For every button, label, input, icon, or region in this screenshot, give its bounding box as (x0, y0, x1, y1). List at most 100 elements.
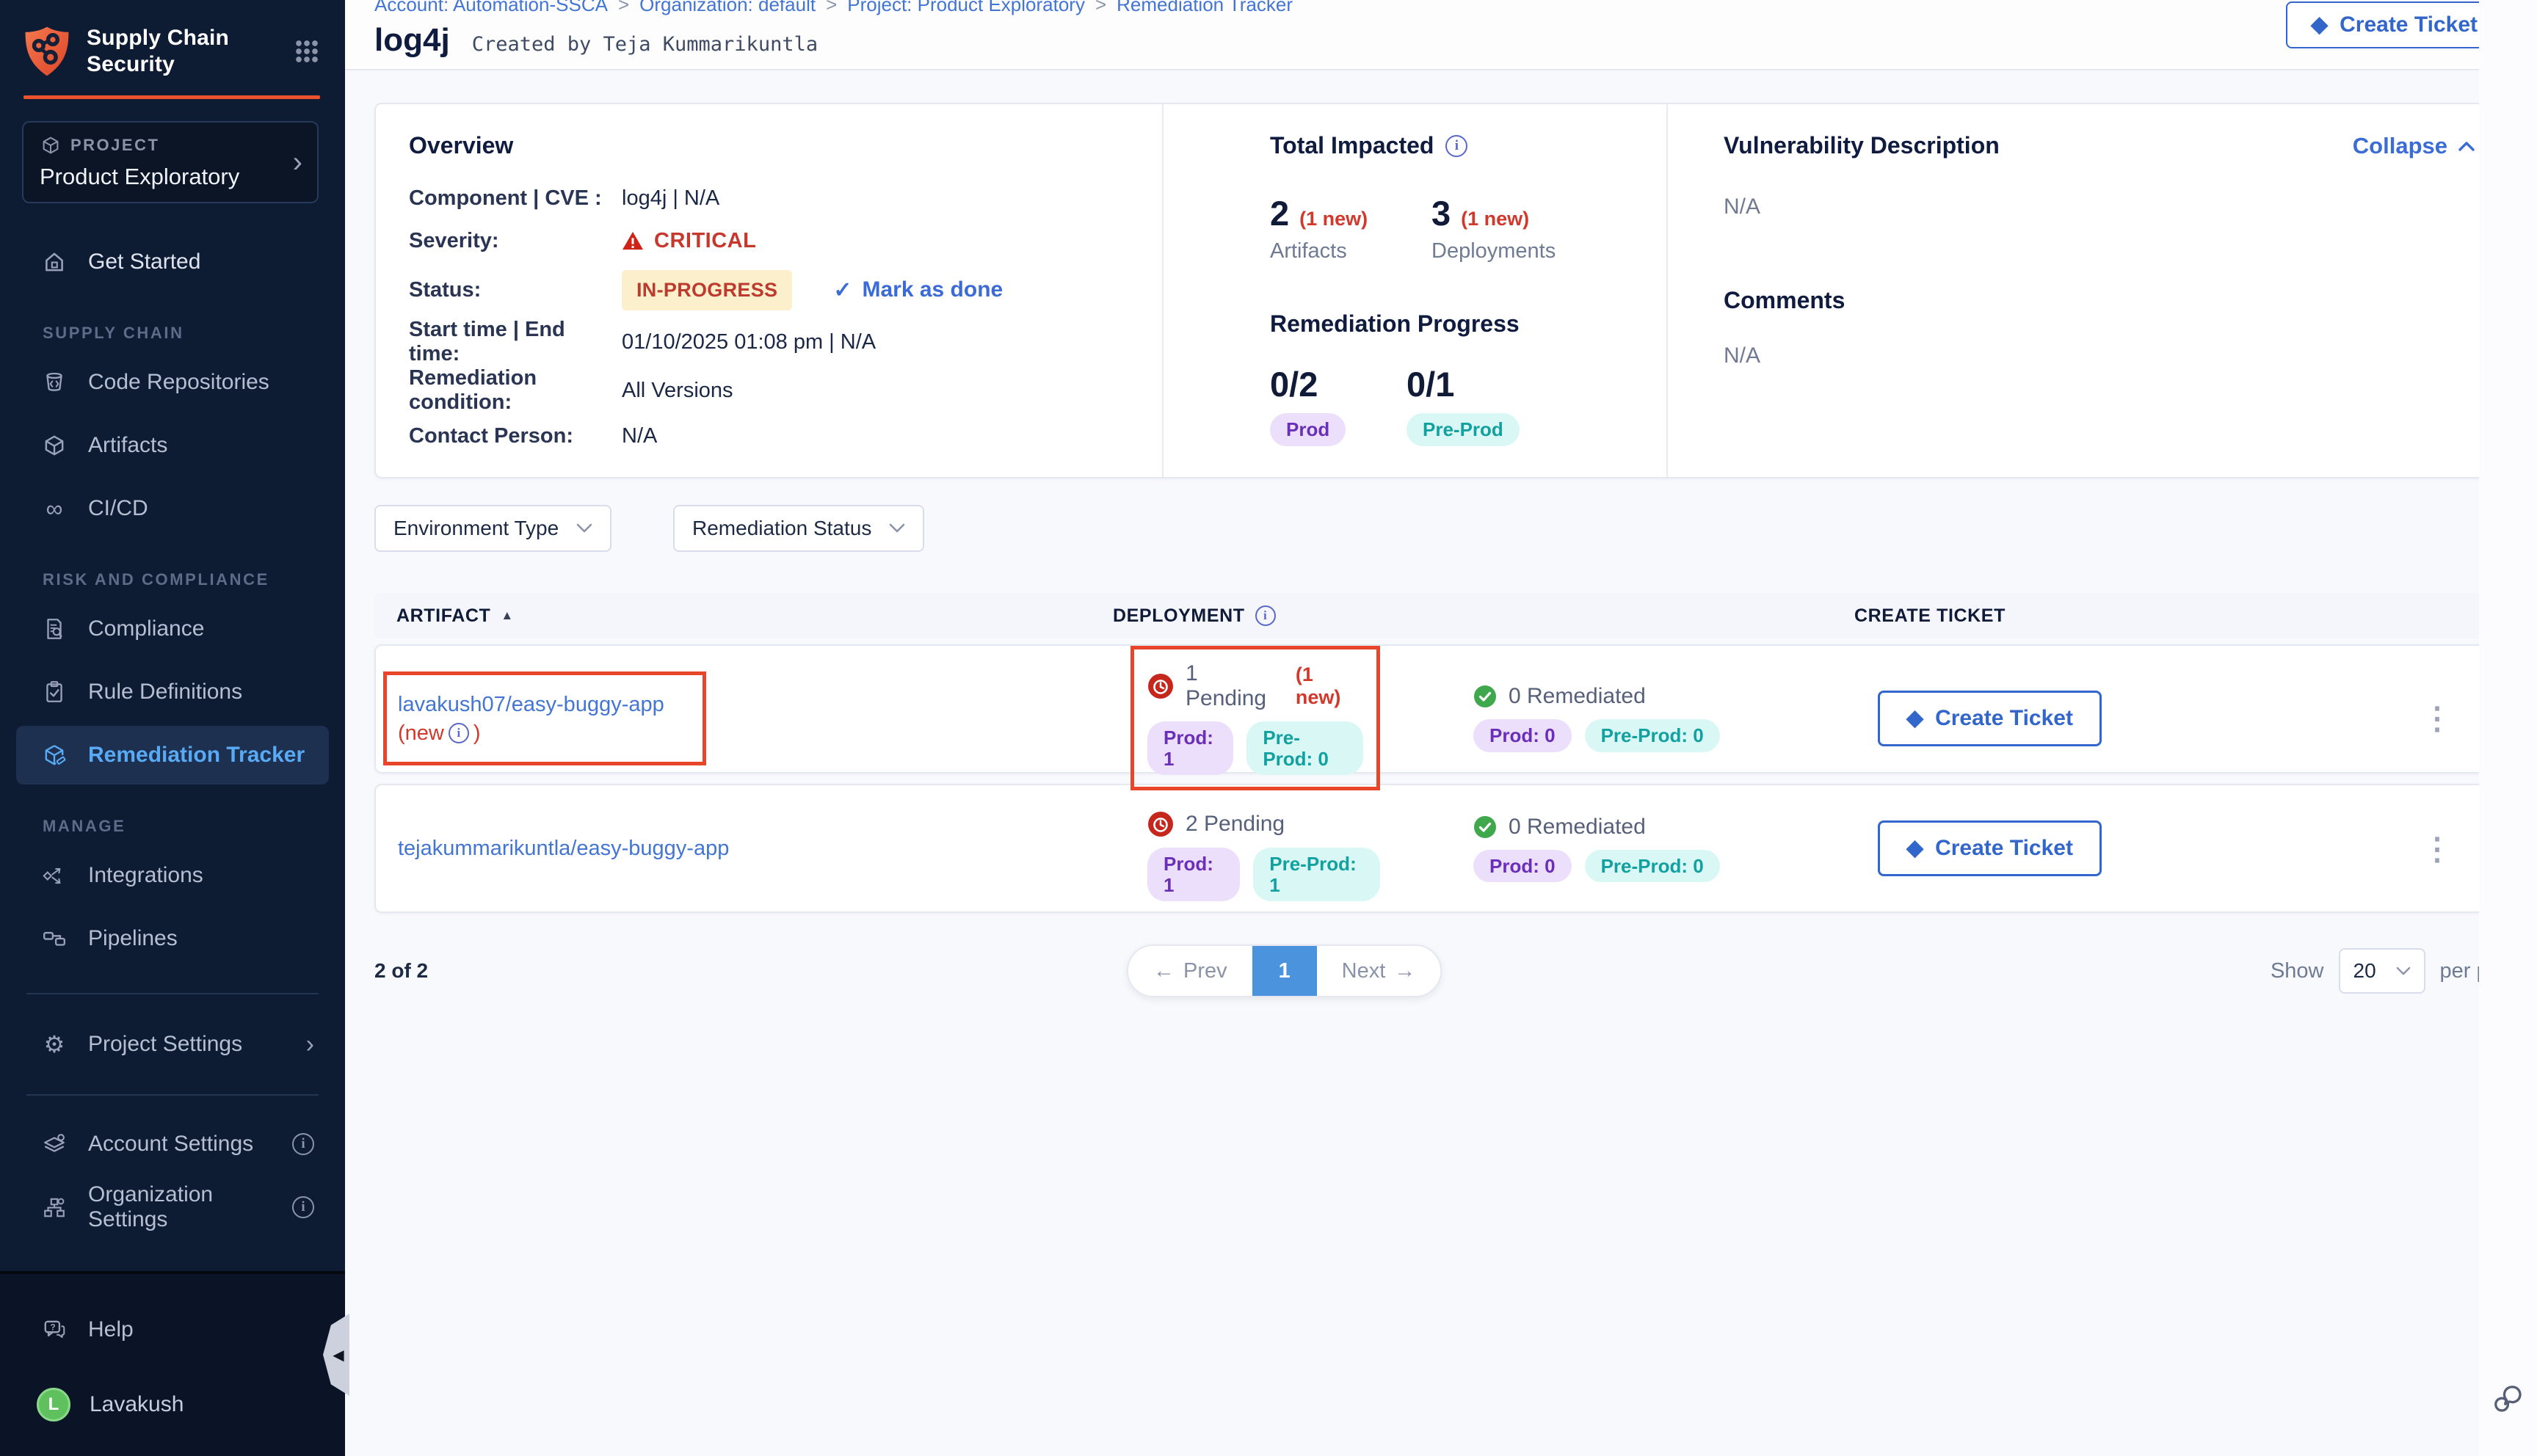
pager: ← Prev 1 Next → (1127, 944, 1442, 997)
artifact-link[interactable]: tejakummarikuntla/easy-buggy-app (398, 834, 729, 863)
pending-count: 1 Pending (1186, 661, 1284, 711)
sidebar-item-label: Account Settings (88, 1132, 253, 1157)
preprod-pill: Pre-Prod: 0 (1585, 719, 1720, 752)
deployment-cell: 1 Pending (1 new) Prod: 1 Pre-Prod: 0 (1114, 646, 1856, 790)
sidebar-item-project-settings[interactable]: ⚙ Project Settings › (16, 1015, 329, 1074)
sidebar-item-label: Help (88, 1317, 134, 1342)
organization-settings-icon (41, 1194, 68, 1220)
sidebar-item-help[interactable]: ? Help (16, 1300, 329, 1359)
preprod-pill: Pre-Prod: 0 (1246, 721, 1363, 775)
prev-page-button[interactable]: ← Prev (1128, 946, 1252, 996)
info-icon[interactable]: i (449, 723, 469, 743)
svg-text:?: ? (50, 1322, 55, 1332)
preprod-pill: Pre-Prod: 1 (1253, 848, 1380, 901)
right-gutter (2479, 0, 2537, 1456)
vulnerability-description-value: N/A (1724, 194, 2475, 219)
sidebar-item-integrations[interactable]: Integrations (16, 846, 329, 905)
sidebar-item-code-repositories[interactable]: Code Repositories (16, 353, 329, 412)
page-number-active[interactable]: 1 (1252, 946, 1317, 996)
column-artifact: ARTIFACT ▲ (374, 605, 1113, 627)
table-row: lavakush07/easy-buggy-app (new i ) (374, 644, 2524, 774)
next-page-button[interactable]: Next → (1317, 946, 1441, 996)
sidebar-item-rule-definitions[interactable]: Rule Definitions (16, 663, 329, 721)
prod-progress-stat: 0/2 Prod (1270, 364, 1407, 446)
show-label: Show (2271, 959, 2324, 983)
sidebar-item-get-started[interactable]: Get Started (16, 233, 329, 291)
user-menu[interactable]: L Lavakush (16, 1375, 329, 1434)
sidebar-item-remediation-tracker[interactable]: Remediation Tracker (16, 726, 329, 785)
action-cell: ◆ Create Ticket ⋮ (1856, 646, 2522, 790)
info-icon[interactable]: i (292, 1196, 314, 1218)
home-icon (41, 249, 68, 275)
check-icon: ✓ (833, 277, 852, 303)
collapse-link[interactable]: Collapse (2353, 133, 2475, 159)
info-icon[interactable]: i (1255, 605, 1276, 626)
prod-pill: Prod (1270, 413, 1346, 446)
nav-divider (26, 1094, 319, 1096)
remediated-check-icon (1473, 815, 1497, 839)
info-icon[interactable]: i (1445, 135, 1467, 157)
action-cell: ◆ Create Ticket ⋮ (1856, 785, 2522, 911)
sidebar-item-compliance[interactable]: Compliance (16, 600, 329, 658)
sidebar-item-label: Artifacts (88, 433, 167, 458)
remediation-progress-heading: Remediation Progress (1270, 310, 1666, 338)
sidebar-item-organization-settings[interactable]: Organization Settings i (16, 1178, 329, 1237)
collapse-arrow-icon: ◀ (333, 1346, 344, 1364)
app-switcher-icon[interactable] (291, 35, 323, 68)
time-row: Start time | End time: 01/10/2025 01:08 … (409, 318, 1162, 366)
sidebar-item-label: Pipelines (88, 926, 178, 951)
comments-heading: Comments (1724, 287, 2475, 314)
sidebar-item-label: Compliance (88, 616, 204, 641)
info-icon[interactable]: i (292, 1133, 314, 1155)
project-selector[interactable]: PROJECT Product Exploratory › (22, 121, 319, 203)
remediation-status-filter[interactable]: Remediation Status (673, 505, 924, 552)
kebab-menu-icon[interactable]: ⋮ (2422, 700, 2453, 736)
pending-icon (1147, 811, 1174, 837)
remediated-check-icon (1473, 685, 1497, 708)
chat-support-icon[interactable] (2491, 1381, 2525, 1415)
remediated-group: 0 Remediated Prod: 0 Pre-Prod: 0 (1473, 815, 1720, 883)
sidebar-item-pipelines[interactable]: Pipelines (16, 909, 329, 968)
pagination-row: 2 of 2 ← Prev 1 Next → Show 20 per page (374, 942, 2524, 1000)
sort-ascending-icon[interactable]: ▲ (501, 608, 513, 623)
breadcrumb-organization[interactable]: Organization: default (639, 0, 816, 16)
critical-warning-icon (622, 230, 644, 251)
arrow-right-icon: → (1394, 959, 1415, 983)
breadcrumb-account[interactable]: Account: Automation-SSCA (374, 0, 608, 16)
section-label-manage: MANAGE (43, 817, 329, 836)
remediated-group: 0 Remediated Prod: 0 Pre-Prod: 0 (1473, 684, 1720, 752)
breadcrumb-project[interactable]: Project: Product Exploratory (847, 0, 1085, 16)
preprod-pill: Pre-Prod (1407, 413, 1520, 446)
jira-diamond-icon: ◆ (1906, 837, 1923, 859)
section-label-supply-chain: SUPPLY CHAIN (43, 324, 329, 343)
document-search-icon (41, 616, 68, 642)
artifact-link[interactable]: lavakush07/easy-buggy-app (398, 690, 686, 719)
shield-logo-icon (23, 26, 70, 77)
page-size-select[interactable]: 20 (2339, 948, 2425, 994)
breadcrumb-remediation-tracker[interactable]: Remediation Tracker (1117, 0, 1293, 16)
jira-diamond-icon: ◆ (1906, 707, 1923, 729)
component-row: Component | CVE : log4j | N/A (409, 177, 1162, 219)
user-name: Lavakush (90, 1392, 184, 1417)
kebab-menu-icon[interactable]: ⋮ (2422, 831, 2453, 867)
sidebar-item-label: Integrations (88, 863, 203, 888)
mark-as-done-link[interactable]: ✓ Mark as done (833, 277, 1003, 303)
create-ticket-button[interactable]: ◆ Create Ticket (2286, 1, 2502, 48)
impacted-deployments-stat: 3 (1 new) Deployments (1431, 193, 1593, 263)
breadcrumb-separator: > (1095, 0, 1106, 16)
sidebar-item-label: Project Settings (88, 1032, 242, 1057)
page-summary: 2 of 2 (374, 959, 440, 983)
filters-row: Environment Type Remediation Status (374, 505, 2536, 552)
impact-column: Total Impacted i 2 (1 new) Artifacts 3 (1162, 104, 1666, 477)
infinity-icon: ∞ (41, 495, 68, 522)
contact-row: Contact Person: N/A (409, 415, 1162, 457)
create-ticket-button[interactable]: ◆ Create Ticket (1878, 820, 2102, 876)
impacted-artifacts-stat: 2 (1 new) Artifacts (1270, 193, 1431, 263)
main-content: Account: Automation-SSCA > Organization:… (345, 0, 2537, 1456)
sidebar-item-cicd[interactable]: ∞ CI/CD (16, 479, 329, 538)
environment-type-filter[interactable]: Environment Type (374, 505, 611, 552)
description-column: Vulnerability Description Collapse N/A C… (1666, 104, 2519, 477)
sidebar-item-account-settings[interactable]: Account Settings i (16, 1115, 329, 1173)
sidebar-item-artifacts[interactable]: Artifacts (16, 416, 329, 475)
create-ticket-button[interactable]: ◆ Create Ticket (1878, 691, 2102, 746)
